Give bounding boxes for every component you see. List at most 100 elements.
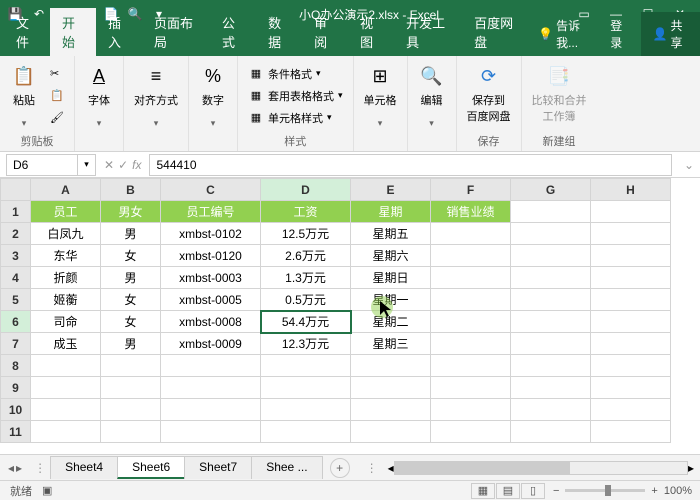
cell-D5[interactable]: 0.5万元	[261, 289, 351, 311]
cell-B6[interactable]: 女	[101, 311, 161, 333]
select-all-corner[interactable]	[1, 179, 31, 201]
zoom-in-button[interactable]: +	[651, 485, 657, 497]
col-header-A[interactable]: A	[31, 179, 101, 201]
sheet-tab-3[interactable]: Shee ...	[251, 456, 322, 479]
cell-C7[interactable]: xmbst-0009	[161, 333, 261, 355]
col-header-G[interactable]: G	[511, 179, 591, 201]
paste-button[interactable]: 📋 粘贴 ▾	[6, 60, 42, 131]
formula-bar[interactable]: 544410	[149, 154, 671, 176]
row-header-8[interactable]: 8	[1, 355, 31, 377]
cell-A5[interactable]: 姬蘅	[31, 289, 101, 311]
cell-B1[interactable]: 男女	[101, 201, 161, 223]
spreadsheet-grid[interactable]: ABCDEFGH1员工男女员工编号工资星期销售业绩2白凤九男xmbst-0102…	[0, 178, 700, 443]
cell-H4[interactable]	[591, 267, 671, 289]
sheet-tab-2[interactable]: Sheet7	[184, 456, 252, 479]
cell-B11[interactable]	[101, 421, 161, 443]
tab-6[interactable]: 审阅	[302, 8, 348, 56]
tab-2[interactable]: 插入	[96, 8, 142, 56]
cell-D7[interactable]: 12.3万元	[261, 333, 351, 355]
cell-E3[interactable]: 星期六	[351, 245, 431, 267]
cell-C10[interactable]	[161, 399, 261, 421]
tab-7[interactable]: 视图	[348, 8, 394, 56]
cell-E7[interactable]: 星期三	[351, 333, 431, 355]
cell-B5[interactable]: 女	[101, 289, 161, 311]
cell-E8[interactable]	[351, 355, 431, 377]
cell-E9[interactable]	[351, 377, 431, 399]
cell-B9[interactable]	[101, 377, 161, 399]
horizontal-scrollbar[interactable]: ◂ ▸	[382, 461, 700, 475]
cell-G3[interactable]	[511, 245, 591, 267]
cell-G9[interactable]	[511, 377, 591, 399]
cell-G8[interactable]	[511, 355, 591, 377]
col-header-D[interactable]: D	[261, 179, 351, 201]
tab-8[interactable]: 开发工具	[394, 8, 462, 56]
row-header-5[interactable]: 5	[1, 289, 31, 311]
cell-A11[interactable]	[31, 421, 101, 443]
number-button[interactable]: % 数字 ▾	[195, 60, 231, 147]
cell-H5[interactable]	[591, 289, 671, 311]
col-header-F[interactable]: F	[431, 179, 511, 201]
tab-9[interactable]: 百度网盘	[462, 8, 530, 56]
name-box-dropdown[interactable]: ▾	[78, 154, 96, 176]
macro-record-icon[interactable]: ▣	[42, 484, 52, 497]
cell-G5[interactable]	[511, 289, 591, 311]
fx-button[interactable]: fx	[132, 158, 141, 172]
cell-D10[interactable]	[261, 399, 351, 421]
cell-H8[interactable]	[591, 355, 671, 377]
cond-format-button[interactable]: ▦条件格式▾	[244, 64, 347, 84]
cell-B2[interactable]: 男	[101, 223, 161, 245]
tell-me[interactable]: 💡告诉我...	[530, 12, 600, 56]
cell-H11[interactable]	[591, 421, 671, 443]
cell-B8[interactable]	[101, 355, 161, 377]
name-box[interactable]: D6	[6, 154, 78, 176]
row-header-7[interactable]: 7	[1, 333, 31, 355]
cell-D11[interactable]	[261, 421, 351, 443]
cell-A4[interactable]: 折颜	[31, 267, 101, 289]
cell-B7[interactable]: 男	[101, 333, 161, 355]
scroll-right-icon[interactable]: ▸	[688, 461, 694, 475]
cell-H3[interactable]	[591, 245, 671, 267]
editing-button[interactable]: 🔍 编辑 ▾	[414, 60, 450, 147]
cell-C3[interactable]: xmbst-0120	[161, 245, 261, 267]
cell-A1[interactable]: 员工	[31, 201, 101, 223]
cell-C2[interactable]: xmbst-0102	[161, 223, 261, 245]
formula-expand-icon[interactable]: ⌄	[678, 158, 700, 172]
cell-E10[interactable]	[351, 399, 431, 421]
cell-G6[interactable]	[511, 311, 591, 333]
cut-button[interactable]: ✂	[46, 64, 68, 84]
cell-D4[interactable]: 1.3万元	[261, 267, 351, 289]
align-button[interactable]: ≡ 对齐方式 ▾	[130, 60, 182, 147]
tab-5[interactable]: 数据	[256, 8, 302, 56]
cell-F8[interactable]	[431, 355, 511, 377]
page-break-button[interactable]: ▯	[521, 483, 545, 499]
cell-F11[interactable]	[431, 421, 511, 443]
cell-A6[interactable]: 司命	[31, 311, 101, 333]
cell-B4[interactable]: 男	[101, 267, 161, 289]
cell-D8[interactable]	[261, 355, 351, 377]
sheet-nav-last[interactable]: ▸	[16, 461, 22, 475]
add-sheet-button[interactable]: +	[330, 458, 350, 478]
tab-1[interactable]: 开始	[50, 8, 96, 56]
cell-G2[interactable]	[511, 223, 591, 245]
sheet-nav-first[interactable]: ◂	[8, 461, 14, 475]
cell-D2[interactable]: 12.5万元	[261, 223, 351, 245]
cell-G10[interactable]	[511, 399, 591, 421]
row-header-2[interactable]: 2	[1, 223, 31, 245]
cell-C5[interactable]: xmbst-0005	[161, 289, 261, 311]
cell-E6[interactable]: 星期二	[351, 311, 431, 333]
col-header-B[interactable]: B	[101, 179, 161, 201]
cell-E2[interactable]: 星期五	[351, 223, 431, 245]
sheet-tab-1[interactable]: Sheet6	[117, 456, 185, 479]
cell-C9[interactable]	[161, 377, 261, 399]
cell-C4[interactable]: xmbst-0003	[161, 267, 261, 289]
zoom-slider[interactable]	[565, 489, 645, 492]
cell-E11[interactable]	[351, 421, 431, 443]
cell-H10[interactable]	[591, 399, 671, 421]
cancel-button[interactable]: ✕	[104, 158, 114, 172]
zoom-level[interactable]: 100%	[664, 485, 692, 497]
font-button[interactable]: A 字体 ▾	[81, 60, 117, 147]
zoom-out-button[interactable]: −	[553, 485, 559, 497]
copy-button[interactable]: 📋	[46, 86, 68, 106]
cell-G7[interactable]	[511, 333, 591, 355]
col-header-E[interactable]: E	[351, 179, 431, 201]
